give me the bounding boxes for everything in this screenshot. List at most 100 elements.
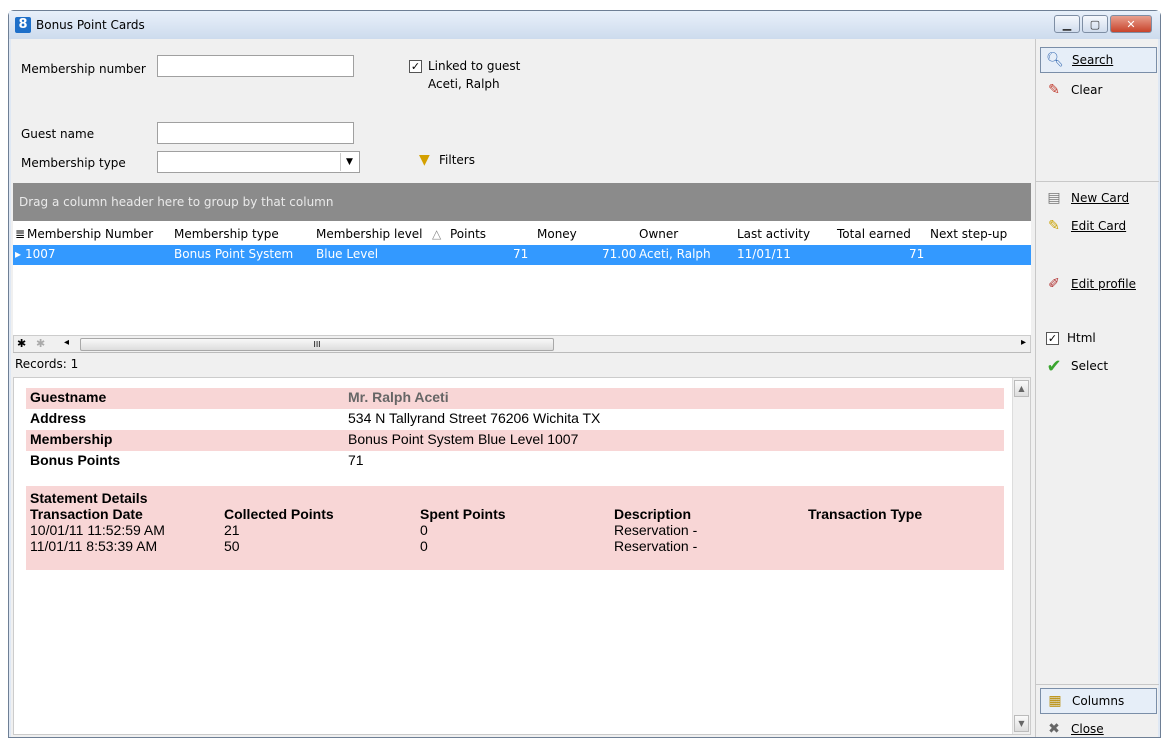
- cell-membership-number[interactable]: 1007: [25, 247, 56, 261]
- statement-cell: 50: [224, 538, 240, 554]
- vertical-scrollbar[interactable]: ▲ ▼: [1012, 378, 1030, 734]
- clear-button[interactable]: ✎ Clear: [1040, 77, 1157, 103]
- checkmark-icon: ✔: [1046, 355, 1062, 377]
- table-row[interactable]: ▸ 1007 Bonus Point System Blue Level 71 …: [13, 245, 1031, 265]
- info-key: Address: [30, 410, 87, 426]
- horizontal-scrollbar[interactable]: ✱ ✱ ◂ III ▸: [13, 335, 1031, 353]
- statement-header: Transaction Date: [30, 506, 143, 522]
- filters-button[interactable]: Filters: [439, 153, 475, 167]
- columns-button[interactable]: ▦ Columns: [1040, 688, 1157, 714]
- scroll-right-icon[interactable]: ▸: [1021, 337, 1026, 348]
- html-checkbox[interactable]: ✓: [1046, 331, 1059, 345]
- info-row: Membership Bonus Point System Blue Level…: [26, 430, 1004, 451]
- column-header[interactable]: Money: [537, 227, 577, 241]
- linked-to-guest-label: Linked to guest: [428, 59, 521, 73]
- html-detail-panel: Guestname Mr. Ralph Aceti Address 534 N …: [13, 377, 1031, 735]
- membership-number-input[interactable]: [157, 55, 354, 77]
- sort-ascending-icon: △: [432, 227, 442, 241]
- info-key: Bonus Points: [30, 452, 121, 468]
- results-grid: ≣ Membership Number Membership type Memb…: [13, 221, 1031, 337]
- cell-owner[interactable]: Aceti, Ralph: [639, 247, 711, 261]
- title-bar: 8 Bonus Point Cards ▁ ▢ ✕: [9, 11, 1160, 39]
- info-value: 534 N Tallyrand Street 76206 Wichita TX: [348, 410, 601, 426]
- edit-profile-label: Edit profile: [1071, 277, 1136, 291]
- statement-cell: 21: [224, 522, 240, 538]
- html-toggle[interactable]: ✓ Html: [1040, 325, 1157, 351]
- edit-card-label: Edit Card: [1071, 219, 1127, 233]
- html-label: Html: [1067, 331, 1096, 345]
- divider: [13, 352, 1031, 353]
- statement-header: Collected Points: [224, 506, 334, 522]
- linked-guest-name: Aceti, Ralph: [428, 77, 500, 91]
- statement-header: Description: [614, 506, 692, 522]
- info-row: Address 534 N Tallyrand Street 76206 Wic…: [26, 409, 1004, 430]
- new-card-button[interactable]: ▤ New Card: [1040, 185, 1157, 211]
- membership-type-select[interactable]: ▼: [157, 151, 360, 173]
- search-label: Search: [1072, 53, 1114, 67]
- main-window: 8 Bonus Point Cards ▁ ▢ ✕ Membership num…: [8, 10, 1161, 738]
- column-chooser-icon[interactable]: ≣: [15, 227, 25, 241]
- guest-name-input[interactable]: [157, 122, 354, 144]
- new-row-icon[interactable]: ✱: [17, 337, 26, 350]
- clear-label: Clear: [1071, 83, 1103, 97]
- close-icon: ✖: [1048, 721, 1060, 737]
- search-icon: 🔍︎: [1046, 52, 1064, 68]
- statement-header: Spent Points: [420, 506, 506, 522]
- info-value: 71: [348, 452, 364, 468]
- column-header[interactable]: Membership Number: [27, 227, 153, 241]
- column-header[interactable]: Membership type: [174, 227, 279, 241]
- grid-header: ≣ Membership Number Membership type Memb…: [13, 225, 1031, 245]
- info-row: Guestname Mr. Ralph Aceti: [26, 388, 1004, 409]
- close-button[interactable]: ✖ Close: [1040, 716, 1157, 742]
- membership-type-label: Membership type: [21, 156, 126, 170]
- statement-details: Statement Details Transaction Date Colle…: [26, 486, 1004, 570]
- column-header[interactable]: Owner: [639, 227, 678, 241]
- edit-card-button[interactable]: ✎ Edit Card: [1040, 213, 1157, 239]
- filter-icon[interactable]: ▼: [419, 152, 430, 168]
- column-header[interactable]: Points: [450, 227, 486, 241]
- column-header[interactable]: Membership level: [316, 227, 423, 241]
- info-key: Guestname: [30, 389, 107, 405]
- statement-title: Statement Details: [30, 490, 148, 506]
- minimize-button[interactable]: ▁: [1054, 15, 1080, 33]
- guest-info: Guestname Mr. Ralph Aceti Address 534 N …: [26, 388, 1004, 570]
- group-by-area[interactable]: Drag a column header here to group by th…: [13, 183, 1031, 221]
- scrollbar-thumb[interactable]: III: [80, 338, 554, 351]
- select-button[interactable]: ✔ Select: [1040, 353, 1157, 379]
- row-indicator-icon: ▸: [15, 247, 22, 261]
- columns-icon: ▦: [1048, 693, 1062, 709]
- cell-points[interactable]: 71: [513, 247, 528, 261]
- membership-number-label: Membership number: [21, 62, 146, 76]
- linked-to-guest-checkbox[interactable]: ✓: [409, 60, 422, 73]
- statement-cell: 10/01/11 11:52:59 AM: [30, 522, 165, 538]
- statement-cell: Reservation -: [614, 522, 698, 538]
- cell-membership-level[interactable]: Blue Level: [316, 247, 378, 261]
- scroll-up-icon[interactable]: ▲: [1014, 380, 1029, 397]
- app-icon: 8: [15, 17, 31, 33]
- column-header[interactable]: Total earned: [837, 227, 911, 241]
- cell-total-earned[interactable]: 71: [909, 247, 924, 261]
- search-button[interactable]: 🔍︎ Search: [1040, 47, 1157, 73]
- scroll-left-icon[interactable]: ◂: [64, 337, 69, 348]
- action-sidebar: 🔍︎ Search ✎ Clear ▤ New Card ✎ Edit Card…: [1035, 39, 1159, 737]
- column-header[interactable]: Last activity: [737, 227, 810, 241]
- edit-profile-button[interactable]: ✐ Edit profile: [1040, 271, 1157, 297]
- info-key: Membership: [30, 431, 113, 447]
- add-row-icon[interactable]: ✱: [36, 337, 45, 350]
- statement-cell: 11/01/11 8:53:39 AM: [30, 538, 158, 554]
- statement-header: Transaction Type: [808, 506, 923, 522]
- cell-money[interactable]: 71.00: [602, 247, 636, 261]
- close-label: Close: [1071, 722, 1104, 736]
- document-icon: ▤: [1047, 190, 1061, 206]
- select-label: Select: [1071, 359, 1109, 373]
- cell-membership-type[interactable]: Bonus Point System: [174, 247, 293, 261]
- scroll-down-icon[interactable]: ▼: [1014, 715, 1029, 732]
- column-header[interactable]: Next step-up: [930, 227, 1007, 241]
- maximize-button[interactable]: ▢: [1082, 15, 1108, 33]
- chevron-down-icon[interactable]: ▼: [340, 153, 358, 171]
- close-window-button[interactable]: ✕: [1110, 15, 1152, 33]
- statement-cell: 0: [420, 538, 428, 554]
- columns-label: Columns: [1072, 694, 1125, 708]
- statement-cell: Reservation -: [614, 538, 698, 554]
- cell-last-activity[interactable]: 11/01/11: [737, 247, 791, 261]
